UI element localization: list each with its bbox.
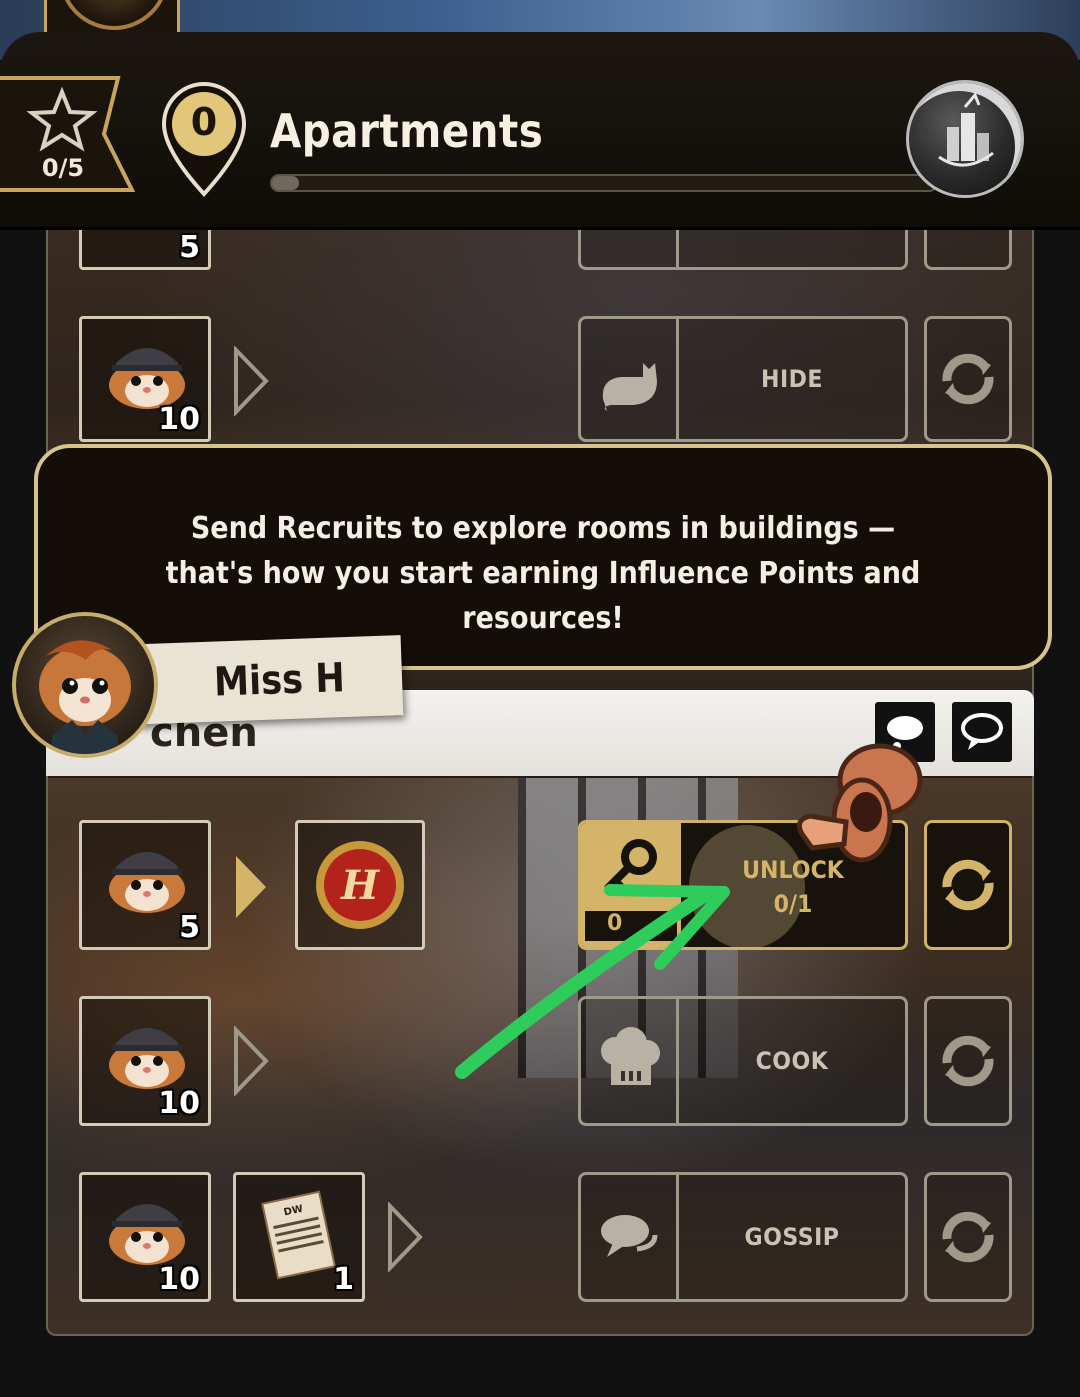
chef-hat-icon [601, 1027, 660, 1085]
recruit-count: 10 [158, 402, 200, 437]
location-count: 0 [190, 100, 218, 144]
key-icon [604, 839, 657, 896]
cat-icon [602, 363, 657, 411]
chat-button[interactable] [952, 702, 1012, 762]
hamster-recruit-icon [109, 1028, 185, 1089]
refresh-icon [942, 1211, 994, 1263]
refresh-button[interactable] [924, 996, 1012, 1126]
refresh-icon [942, 859, 994, 911]
chevron-right-icon [388, 1202, 423, 1272]
speaker-name-tag: Miss H [118, 635, 404, 725]
chevron-right-icon [234, 346, 269, 416]
action-label: GOSSIP [744, 1223, 840, 1251]
hamster-recruit-icon [109, 1204, 185, 1265]
pointing-hand-icon [796, 743, 923, 863]
hide-action[interactable]: HIDE [578, 316, 908, 442]
reward-slot[interactable]: H [295, 820, 425, 950]
gossip-action[interactable]: GOSSIP [578, 1172, 908, 1302]
unlock-progress: 0/1 [773, 890, 813, 918]
hamster-portrait-icon [39, 640, 131, 754]
refresh-icon [942, 353, 994, 405]
h-coin-icon: H [316, 841, 404, 929]
chevron-right-icon [236, 856, 266, 918]
recruit-count: 10 [158, 1262, 200, 1297]
refresh-button[interactable] [924, 820, 1012, 950]
action-icon-cell [581, 319, 679, 439]
item-count: 1 [333, 1262, 354, 1297]
key-cell: 0 [581, 823, 681, 947]
recruit-count: 10 [158, 1086, 200, 1121]
item-slot[interactable]: DW 1 [233, 1172, 365, 1302]
refresh-button[interactable] [924, 316, 1012, 442]
cook-action[interactable]: COOK [578, 996, 908, 1126]
recruit-slot[interactable]: 10 [79, 996, 211, 1126]
action-label: HIDE [761, 365, 823, 393]
svg-text:H: H [340, 862, 380, 909]
speech-bubble-icon [961, 713, 1003, 750]
chevron-right-icon [234, 1026, 269, 1096]
city-icon [938, 92, 994, 167]
recruit-slot[interactable]: 5 [79, 820, 211, 950]
tutorial-dialog[interactable]: Send Recruits to explore rooms in buildi… [34, 444, 1052, 670]
recruit-count: 5 [179, 910, 200, 945]
refresh-icon [942, 1035, 994, 1087]
recruit-slot[interactable]: 10 [79, 1172, 211, 1302]
top-coin-icon [59, 0, 169, 30]
speaker-avatar [12, 612, 158, 758]
city-map-button[interactable] [906, 80, 1024, 198]
progress-fill [272, 176, 299, 190]
refresh-button[interactable] [924, 1172, 1012, 1302]
speech-bubble-icon [601, 1215, 658, 1257]
location-progress-bar [270, 174, 938, 192]
recruit-count: 5 [179, 230, 200, 265]
action-label: COOK [755, 1047, 829, 1075]
stars-count: 0/5 [41, 154, 85, 182]
recruit-slot[interactable]: 10 [79, 316, 211, 442]
key-count: 0 [585, 911, 677, 941]
hamster-recruit-icon [109, 348, 185, 409]
page-title: Apartments [270, 104, 544, 158]
speaker-name: Miss H [213, 655, 346, 706]
action-icon-cell [581, 999, 679, 1123]
action-icon-cell [581, 1175, 679, 1299]
dialog-text: Send Recruits to explore rooms in buildi… [165, 511, 921, 636]
hamster-recruit-icon [109, 852, 185, 913]
